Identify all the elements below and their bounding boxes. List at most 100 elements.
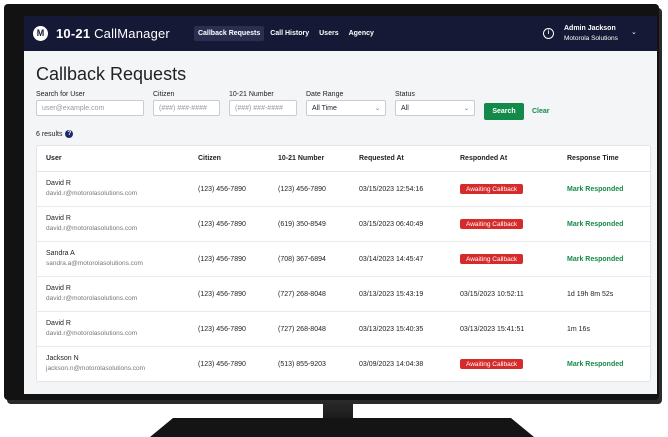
user-cell: David R david.r@motorolasolutions.com (37, 284, 198, 304)
user-email-cell: sandra.a@motorolasolutions.com (46, 260, 143, 267)
response-time-value: 1m 16s (567, 325, 590, 333)
citizen-cell: (123) 456-7890 (198, 325, 246, 333)
table-row: David R david.r@motorolasolutions.com (123… (37, 207, 650, 242)
citizen-cell: (123) 456-7890 (198, 360, 246, 368)
responded-at-cell: Awaiting Callback (460, 254, 567, 264)
chevron-down-icon: ⌄ (374, 105, 380, 112)
number-cell: (727) 268-8048 (278, 290, 326, 298)
status-badge: Awaiting Callback (460, 359, 524, 369)
status-value: All (401, 104, 409, 112)
monitor-base (150, 418, 534, 437)
nav-link-agency[interactable]: Agency (345, 26, 378, 41)
requested-at-cell: 03/13/2023 15:40:35 (359, 325, 424, 333)
citizen-cell: (123) 456-7890 (198, 290, 246, 298)
number-cell: (123) 456-7890 (278, 185, 326, 193)
help-icon[interactable]: ? (65, 130, 74, 138)
user-cell: David R david.r@motorolasolutions.com (37, 214, 198, 234)
user-email-cell: david.r@motorolasolutions.com (46, 330, 138, 337)
chevron-down-icon: ⌄ (463, 105, 469, 112)
header-number[interactable]: 10-21 Number (278, 155, 359, 162)
responded-at-cell: 03/15/2023 10:52:11 (460, 291, 567, 298)
requested-at-cell: 03/14/2023 14:45:47 (359, 255, 424, 263)
status-select[interactable]: All ⌄ (395, 100, 475, 116)
results-count: 6 results ? (36, 130, 657, 138)
app-brand: 10-21 CallManager (56, 26, 170, 41)
mark-responded-button[interactable]: Mark Responded (567, 221, 623, 228)
date-range-value: All Time (312, 104, 337, 112)
status-filter-label: Status (395, 91, 415, 98)
user-email-cell: david.r@motorolasolutions.com (46, 295, 138, 302)
info-icon[interactable]: i (543, 28, 554, 39)
user-name-cell: David R (46, 215, 71, 222)
status-badge: Awaiting Callback (460, 219, 524, 229)
app-screen: M 10-21 CallManager Callback Requests Ca… (24, 16, 657, 394)
number-cell: (708) 367-6894 (278, 255, 326, 263)
user-name-cell: David R (46, 285, 71, 292)
page-title: Callback Requests (36, 64, 187, 84)
user-search-input[interactable]: user@example.com (36, 100, 144, 116)
nav-links: Callback Requests Call History Users Age… (193, 26, 378, 41)
mark-responded-button[interactable]: Mark Responded (567, 361, 623, 368)
citizen-input[interactable]: (###) ###-#### (153, 100, 220, 116)
clear-button[interactable]: Clear (532, 108, 550, 115)
mark-responded-button[interactable]: Mark Responded (567, 256, 623, 263)
responded-at-cell: Awaiting Callback (460, 184, 567, 194)
response-time-value: 1d 19h 8m 52s (567, 290, 614, 298)
response-time-cell: Mark Responded (567, 361, 647, 368)
search-button[interactable]: Search (484, 103, 524, 120)
requested-at-cell: 03/15/2023 06:40:49 (359, 220, 424, 228)
responded-at-cell: Awaiting Callback (460, 219, 567, 229)
user-name-cell: Sandra A (46, 250, 75, 257)
table-row: Sandra A sandra.a@motorolasolutions.com (1… (37, 242, 650, 277)
status-filter: Status All ⌄ (395, 91, 475, 116)
table-row: David R david.r@motorolasolutions.com (123… (37, 172, 650, 207)
user-cell: Sandra A sandra.a@motorolasolutions.com (37, 249, 198, 269)
filter-bar: Search for User user@example.com Citizen… (36, 91, 657, 123)
header-response-time[interactable]: Response Time (567, 155, 647, 162)
number-filter: 10-21 Number (###) ###-#### (229, 91, 297, 116)
response-time-cell: 1m 16s (567, 326, 647, 333)
table-body: David R david.r@motorolasolutions.com (123… (37, 172, 650, 381)
user-email-cell: jackson.n@motorolasolutions.com (46, 365, 146, 372)
number-cell: (619) 350-8549 (278, 220, 326, 228)
nav-link-call-history[interactable]: Call History (266, 26, 313, 41)
nav-link-users[interactable]: Users (315, 26, 342, 41)
table-row: David R david.r@motorolasolutions.com (123… (37, 312, 650, 347)
date-filter-label: Date Range (306, 91, 344, 98)
status-badge: Awaiting Callback (460, 184, 524, 194)
user-email-cell: david.r@motorolasolutions.com (46, 225, 138, 232)
requested-at-cell: 03/15/2023 12:54:16 (359, 185, 424, 193)
status-badge: Awaiting Callback (460, 254, 524, 264)
header-requested-at[interactable]: Requested At (359, 155, 460, 162)
user-cell: David R david.r@motorolasolutions.com (37, 319, 198, 339)
citizen-filter-label: Citizen (153, 91, 175, 98)
header-responded-at[interactable]: Responded At (460, 155, 567, 162)
user-cell: Jackson N jackson.n@motorolasolutions.com (37, 354, 198, 374)
page-content: Callback Requests Search for User user@e… (24, 64, 657, 382)
brand-rest: CallManager (94, 26, 170, 41)
chevron-down-icon[interactable]: ⌄ (631, 28, 637, 36)
header-citizen[interactable]: Citizen (198, 155, 278, 162)
user-org: Motorola Solutions (564, 35, 618, 42)
mark-responded-button[interactable]: Mark Responded (567, 186, 623, 193)
top-navbar: M 10-21 CallManager Callback Requests Ca… (24, 16, 657, 51)
monitor-bezel: M 10-21 CallManager Callback Requests Ca… (4, 4, 659, 400)
user-name-cell: David R (46, 180, 71, 187)
user-name: Admin Jackson (564, 25, 616, 32)
callback-table: User Citizen 10-21 Number Requested At R… (36, 145, 651, 382)
user-email-cell: david.r@motorolasolutions.com (46, 190, 138, 197)
number-filter-label: 10-21 Number (229, 91, 274, 98)
user-menu[interactable]: Admin Jackson Motorola Solutions (564, 24, 618, 44)
header-user[interactable]: User (37, 155, 198, 162)
requested-at-cell: 03/09/2023 14:04:38 (359, 360, 424, 368)
nav-link-callback-requests[interactable]: Callback Requests (193, 26, 265, 41)
number-input[interactable]: (###) ###-#### (229, 100, 297, 116)
date-range-select[interactable]: All Time ⌄ (306, 100, 386, 116)
user-filter-label: Search for User (36, 91, 86, 98)
brand-bold: 10-21 (56, 26, 91, 41)
number-cell: (727) 268-8048 (278, 325, 326, 333)
date-filter: Date Range All Time ⌄ (306, 91, 386, 116)
requested-at-cell: 03/13/2023 15:43:19 (359, 290, 424, 298)
responded-at-cell: 03/13/2023 15:41:51 (460, 326, 567, 333)
user-name-cell: Jackson N (46, 355, 79, 362)
